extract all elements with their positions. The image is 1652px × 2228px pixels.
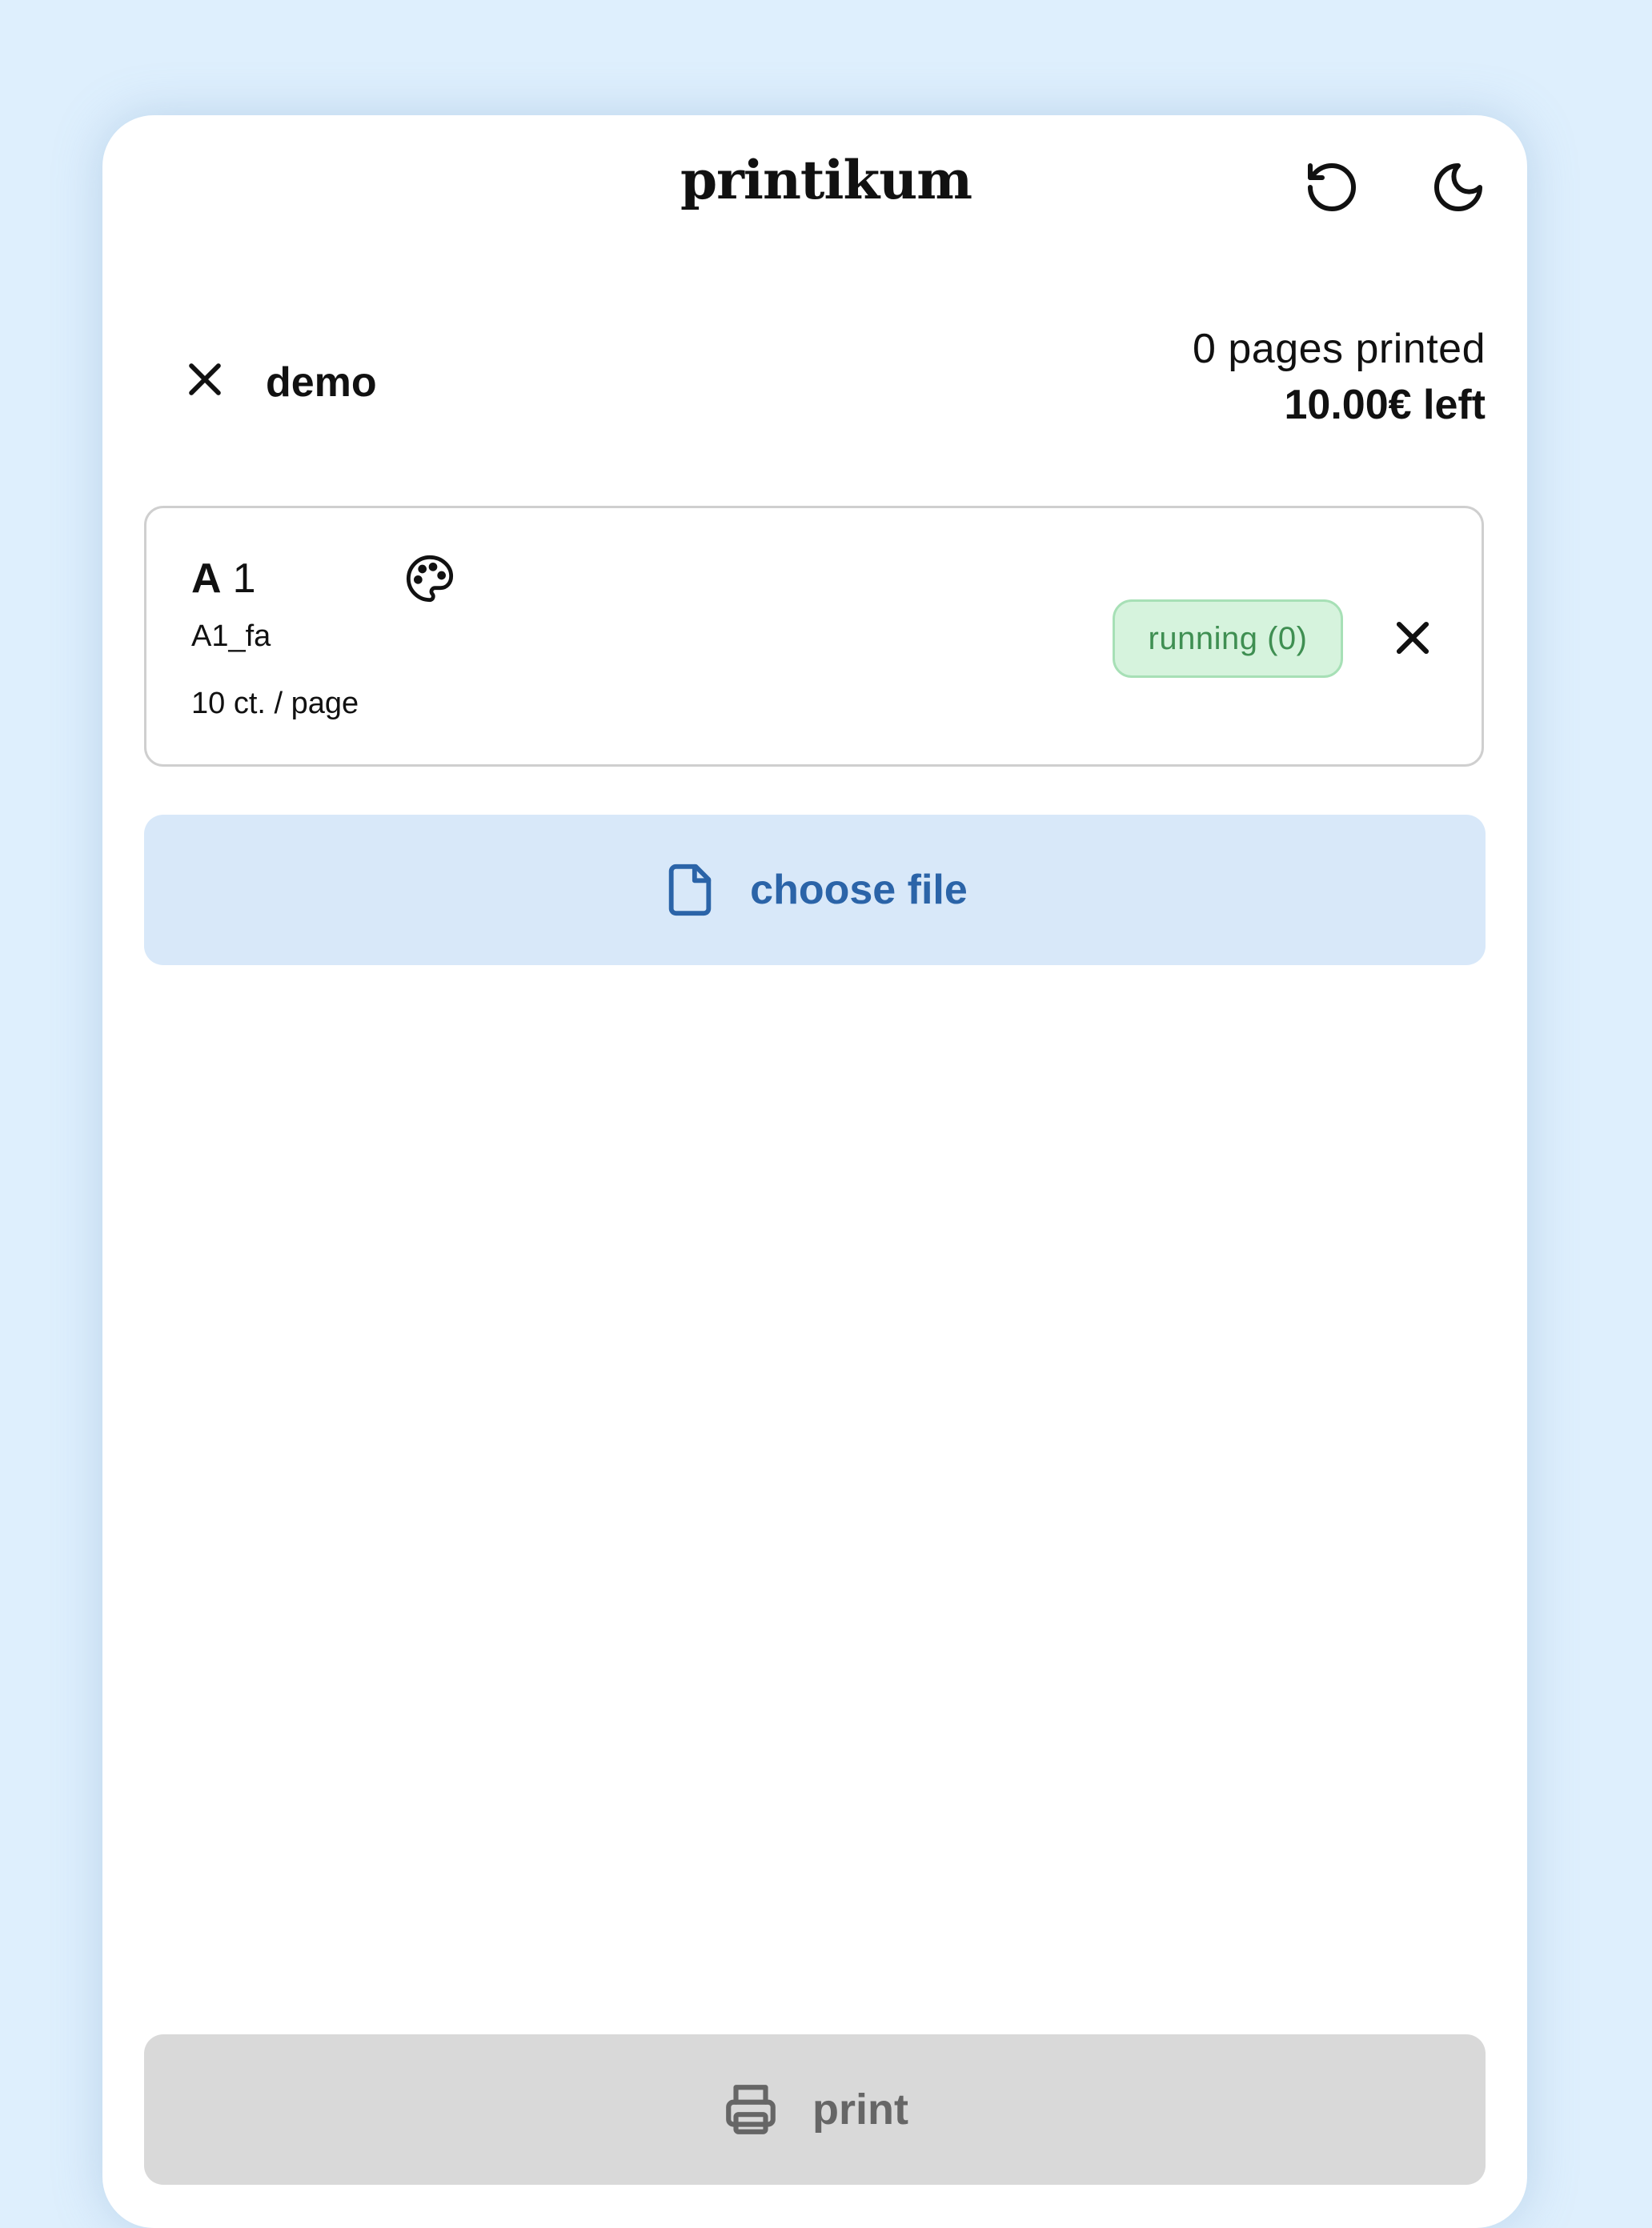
print-label: print (812, 2086, 908, 2134)
pages-printed: 0 pages printed (1193, 326, 1486, 372)
moon-icon (1434, 163, 1482, 211)
file-icon (668, 864, 712, 916)
printer-letter: A (191, 555, 222, 602)
balance-left: 10.00€ left (1284, 382, 1486, 428)
theme-toggle-button[interactable] (1421, 150, 1495, 224)
close-icon (189, 363, 221, 395)
printer-card[interactable]: A1 A1_fa 10 ct. / page running (0) (144, 506, 1484, 767)
choose-file-button[interactable]: choose file (144, 815, 1486, 965)
printer-icon (726, 2085, 776, 2134)
printer-queue: A1_fa (191, 619, 271, 653)
palette-icon (406, 555, 454, 603)
app-title: printikum (680, 149, 972, 211)
account-stats: 0 pages printed 10.00€ left (1193, 323, 1486, 435)
choose-file-label: choose file (750, 867, 968, 913)
reset-button[interactable] (1295, 150, 1369, 224)
rotate-ccw-icon (1308, 163, 1356, 211)
printer-price: 10 ct. / page (191, 687, 359, 720)
printer-title: A1 (191, 555, 255, 603)
user-name: demo (266, 359, 377, 406)
remove-printer-button[interactable] (1382, 607, 1443, 668)
print-button[interactable]: print (144, 2034, 1486, 2185)
close-icon (1396, 621, 1429, 655)
printer-number: 1 (232, 555, 256, 602)
logout-button[interactable] (174, 349, 235, 410)
status-badge: running (0) (1113, 599, 1343, 678)
